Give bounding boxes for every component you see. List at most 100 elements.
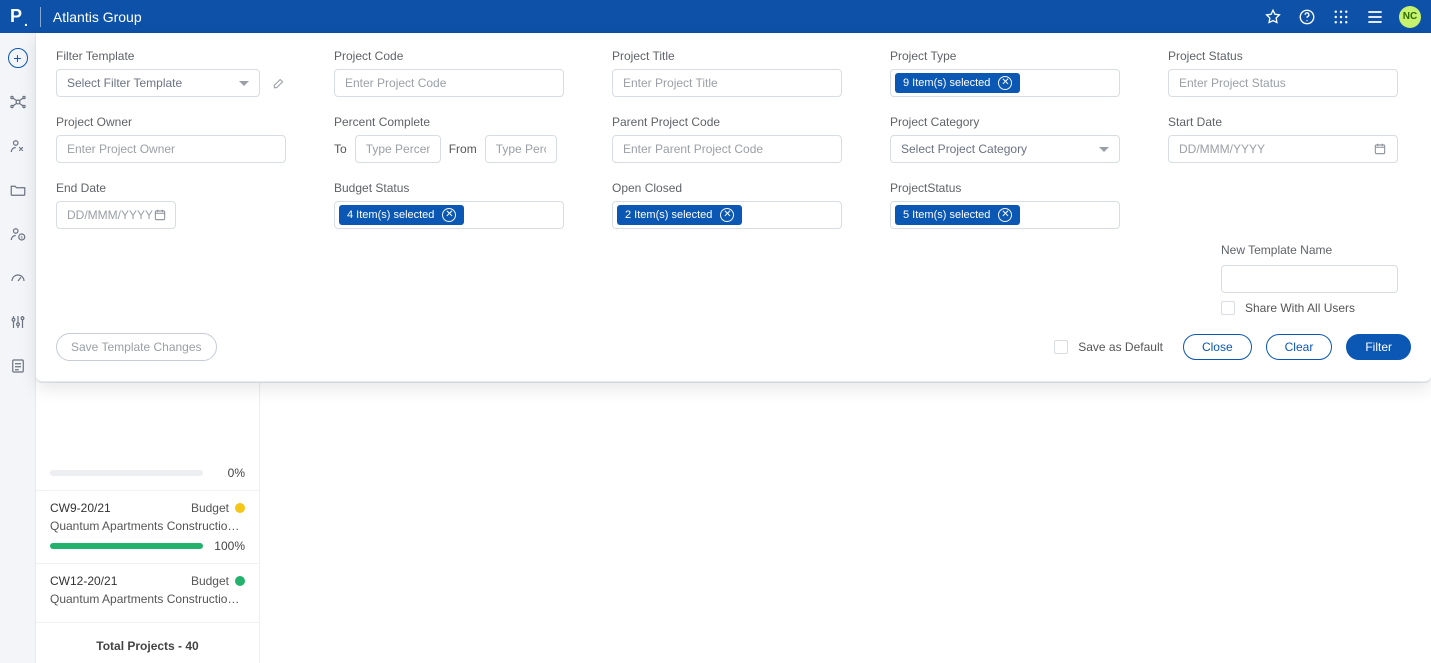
- project-category-select[interactable]: Select Project Category: [890, 135, 1120, 163]
- project-type-multiselect[interactable]: 9 Item(s) selected ✕: [890, 69, 1120, 97]
- folder-icon[interactable]: [7, 179, 29, 201]
- clear-chip-icon[interactable]: ✕: [998, 208, 1012, 222]
- clear-chip-icon[interactable]: ✕: [720, 208, 734, 222]
- project-owner-input[interactable]: [56, 135, 286, 163]
- calendar-icon: [153, 208, 167, 222]
- project-name: Quantum Apartments Construction - Phase …: [50, 592, 245, 606]
- open-closed-label: Open Closed: [612, 181, 842, 195]
- project-card[interactable]: CW12-20/21 Budget Quantum Apartments Con…: [36, 564, 259, 623]
- brand-dot: .: [24, 13, 28, 29]
- date-placeholder: DD/MMM/YYYY: [67, 208, 153, 222]
- form-icon[interactable]: [7, 355, 29, 377]
- gauge-icon[interactable]: [7, 267, 29, 289]
- project-code-label: Project Code: [334, 49, 564, 63]
- progress-bar: [50, 543, 203, 549]
- avatar-initials: NC: [1403, 11, 1417, 22]
- project-status-input[interactable]: [1168, 69, 1398, 97]
- project-name: Quantum Apartments Construction - Phas..…: [50, 519, 245, 533]
- budget-label: Budget: [191, 501, 229, 515]
- clear-chip-icon[interactable]: ✕: [998, 76, 1012, 90]
- chip-label: 9 Item(s) selected: [903, 77, 990, 89]
- project-category-label: Project Category: [890, 115, 1120, 129]
- projects-footer: Total Projects - 40: [36, 629, 259, 663]
- budget-status-label: Budget Status: [334, 181, 564, 195]
- filter-panel: Filter Template Select Filter Template: [36, 33, 1431, 382]
- project-card[interactable]: CW9-20/21 Budget Quantum Apartments Cons…: [36, 491, 259, 564]
- people-icon[interactable]: [7, 135, 29, 157]
- save-template-button[interactable]: Save Template Changes: [56, 333, 217, 361]
- save-as-default-label: Save as Default: [1078, 340, 1163, 354]
- content-area: [CW2-20/21] Growth Capital Initiative Fi…: [260, 33, 1431, 663]
- filter-button[interactable]: Filter: [1346, 334, 1411, 360]
- percent-to-input[interactable]: [355, 135, 441, 163]
- app-header: P . Atlantis Group NC: [0, 0, 1431, 33]
- star-icon[interactable]: [1263, 7, 1283, 27]
- user-cost-icon[interactable]: $: [7, 223, 29, 245]
- project-owner-label: Project Owner: [56, 115, 286, 129]
- project-code: CW9-20/21: [50, 501, 111, 515]
- project-title-input[interactable]: [612, 69, 842, 97]
- header-separator: [40, 7, 41, 27]
- project-card[interactable]: 0%: [36, 456, 259, 491]
- network-icon[interactable]: [7, 91, 29, 113]
- percent-from-input[interactable]: [485, 135, 557, 163]
- project-code: CW12-20/21: [50, 574, 117, 588]
- apps-grid-icon[interactable]: [1331, 7, 1351, 27]
- budget-status-chip: 4 Item(s) selected ✕: [339, 205, 464, 225]
- projectstatus2-chip: 5 Item(s) selected ✕: [895, 205, 1020, 225]
- parent-code-input[interactable]: [612, 135, 842, 163]
- projectstatus2-label: ProjectStatus: [890, 181, 1120, 195]
- org-name[interactable]: Atlantis Group: [53, 9, 142, 25]
- help-icon[interactable]: [1297, 7, 1317, 27]
- left-rail: + $: [0, 33, 36, 663]
- start-date-input[interactable]: DD/MMM/YYYY: [1168, 135, 1398, 163]
- brand-logo[interactable]: P .: [10, 6, 28, 27]
- clear-chip-icon[interactable]: ✕: [442, 208, 456, 222]
- projectstatus2-multiselect[interactable]: 5 Item(s) selected ✕: [890, 201, 1120, 229]
- chip-label: 2 Item(s) selected: [625, 209, 712, 221]
- filter-template-label: Filter Template: [56, 49, 286, 63]
- project-title-label: Project Title: [612, 49, 842, 63]
- chip-label: 5 Item(s) selected: [903, 209, 990, 221]
- save-as-default-checkbox[interactable]: [1054, 340, 1068, 354]
- date-placeholder: DD/MMM/YYYY: [1179, 142, 1265, 156]
- new-template-label: New Template Name: [1221, 243, 1398, 257]
- end-date-input[interactable]: DD/MMM/YYYY: [56, 201, 176, 229]
- add-icon[interactable]: +: [7, 47, 29, 69]
- progress-percent: 100%: [213, 539, 245, 553]
- project-category-placeholder: Select Project Category: [901, 142, 1027, 156]
- filter-template-placeholder: Select Filter Template: [67, 76, 182, 90]
- end-date-label: End Date: [56, 181, 286, 195]
- calendar-icon: [1373, 142, 1387, 156]
- parent-code-label: Parent Project Code: [612, 115, 842, 129]
- brand-letter: P: [10, 6, 22, 27]
- project-code-input[interactable]: [334, 69, 564, 97]
- open-closed-chip: 2 Item(s) selected ✕: [617, 205, 742, 225]
- chip-label: 4 Item(s) selected: [347, 209, 434, 221]
- share-with-all-checkbox[interactable]: [1221, 301, 1235, 315]
- chevron-down-icon: [239, 81, 249, 86]
- close-button[interactable]: Close: [1183, 334, 1252, 360]
- clear-button[interactable]: Clear: [1266, 334, 1333, 360]
- start-date-label: Start Date: [1168, 115, 1398, 129]
- status-dot: [235, 576, 245, 586]
- percent-to-label: To: [334, 142, 347, 156]
- project-type-label: Project Type: [890, 49, 1120, 63]
- menu-icon[interactable]: [1365, 7, 1385, 27]
- percent-from-label: From: [449, 142, 477, 156]
- project-type-chip: 9 Item(s) selected ✕: [895, 73, 1020, 93]
- percent-complete-label: Percent Complete: [334, 115, 564, 129]
- open-closed-multiselect[interactable]: 2 Item(s) selected ✕: [612, 201, 842, 229]
- budget-label: Budget: [191, 574, 229, 588]
- progress-bar: [50, 470, 203, 476]
- sliders-icon[interactable]: [7, 311, 29, 333]
- project-status-label: Project Status: [1168, 49, 1398, 63]
- budget-status-multiselect[interactable]: 4 Item(s) selected ✕: [334, 201, 564, 229]
- edit-template-icon[interactable]: [272, 76, 286, 90]
- status-dot: [235, 503, 245, 513]
- progress-percent: 0%: [213, 466, 245, 480]
- chevron-down-icon: [1099, 147, 1109, 152]
- avatar[interactable]: NC: [1399, 6, 1421, 28]
- filter-template-select[interactable]: Select Filter Template: [56, 69, 260, 97]
- new-template-input[interactable]: [1221, 265, 1398, 293]
